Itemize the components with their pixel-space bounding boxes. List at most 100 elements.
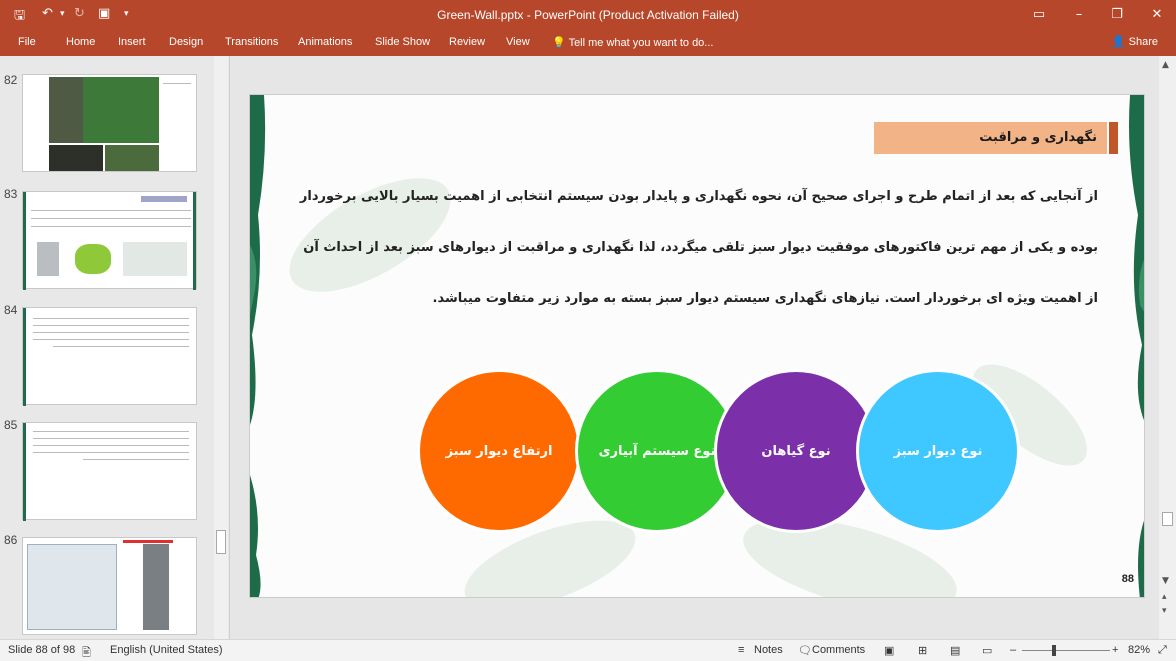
tab-file[interactable]: File: [18, 36, 36, 48]
tab-home[interactable]: Home: [66, 36, 95, 48]
leaf-border: [23, 423, 26, 521]
slide-show-icon[interactable]: ▭: [982, 644, 992, 657]
ribbon-display-options-icon[interactable]: ▭: [1024, 4, 1054, 26]
text-line: [83, 459, 189, 460]
tab-insert[interactable]: Insert: [118, 36, 146, 48]
heading-bar: [141, 196, 187, 202]
leaf-border: [23, 192, 26, 290]
circle-label: نوع سیستم آبیاری: [598, 443, 716, 459]
tell-me-box[interactable]: 💡 Tell me what you want to do...: [552, 36, 713, 49]
slide-thumbnail-83[interactable]: [22, 191, 197, 290]
person-icon: 👤: [1111, 36, 1126, 48]
tab-view[interactable]: View: [506, 36, 530, 48]
irrigation-image: [123, 242, 187, 276]
text-line: [33, 452, 189, 453]
zoom-level[interactable]: 82%: [1128, 644, 1150, 656]
slide-sorter-icon[interactable]: ⊞: [918, 644, 927, 657]
tab-animations[interactable]: Animations: [298, 36, 352, 48]
text-line: [33, 318, 189, 319]
slide-editor: نگهداری و مراقبت از آنجایی که بعد از اتم…: [231, 56, 1158, 639]
text-line: [31, 226, 191, 227]
current-slide[interactable]: نگهداری و مراقبت از آنجایی که بعد از اتم…: [249, 94, 1145, 598]
editor-scroll-thumb[interactable]: [1162, 512, 1173, 526]
share-button[interactable]: 👤 Share: [1112, 35, 1158, 48]
title-bar: 🖫 ↶ ▾ ↻ ▣ ▾ Green-Wall.pptx - PowerPoint…: [0, 0, 1176, 30]
thumbnail-number: 84: [4, 303, 18, 317]
thumbnail-scrollbar[interactable]: [214, 56, 228, 639]
scroll-up-icon[interactable]: ▲: [1162, 60, 1169, 70]
zoom-slider-thumb[interactable]: [1052, 645, 1056, 656]
tab-transitions[interactable]: Transitions: [225, 36, 278, 48]
slide-thumbnail-86[interactable]: [22, 537, 197, 635]
notes-button[interactable]: Notes: [754, 644, 783, 656]
text-line: [33, 431, 189, 432]
text-line: [53, 346, 189, 347]
reading-view-icon[interactable]: ▤: [950, 644, 960, 657]
zoom-out-icon[interactable]: –: [1010, 644, 1016, 656]
slide-thumbnail-85[interactable]: [22, 422, 197, 521]
leaf-border: [23, 308, 26, 406]
close-button[interactable]: ✕: [1142, 4, 1172, 26]
editor-scrollbar[interactable]: ▲ ▼ ▴ ▾: [1159, 56, 1176, 639]
thumbnail-scroll-thumb[interactable]: [216, 530, 226, 554]
circle-label: ارتفاع دیوار سبز: [445, 443, 553, 459]
photo-thumbnail: [105, 145, 159, 171]
fit-to-window-icon[interactable]: ⤢: [1158, 644, 1167, 657]
text-line: [31, 218, 191, 219]
ribbon-tabs: File Home Insert Design Transitions Anim…: [0, 30, 1176, 56]
thumbnail-number: 86: [4, 533, 18, 547]
lightbulb-icon: 💡: [552, 37, 566, 49]
status-bar: Slide 88 of 98 🖹 English (United States)…: [0, 639, 1176, 661]
notes-icon: ≡: [738, 644, 745, 656]
text-line: [31, 210, 191, 211]
plant-photo-thumbnail: [83, 77, 159, 143]
minimize-button[interactable]: –: [1064, 4, 1094, 26]
heading-bar: [123, 540, 173, 543]
comments-icon: 🗨: [798, 645, 812, 657]
window-title: Green-Wall.pptx - PowerPoint (Product Ac…: [437, 8, 739, 22]
text-line: [33, 339, 189, 340]
text-line: [33, 438, 189, 439]
zoom-in-icon[interactable]: +: [1112, 644, 1118, 656]
slide-thumbnail-pane: 82 83 84 85 86: [0, 56, 230, 639]
slide-heading[interactable]: نگهداری و مراقبت: [874, 122, 1097, 154]
maximize-button[interactable]: ❐: [1102, 4, 1132, 26]
tab-design[interactable]: Design: [169, 36, 203, 48]
tower-image: [143, 544, 169, 630]
faucet-image: [37, 242, 59, 276]
scroll-down-icon[interactable]: ▼: [1162, 576, 1169, 586]
slide-thumbnail-84[interactable]: [22, 307, 197, 406]
circle-label: نوع گیاهان: [761, 443, 831, 459]
tell-me-text: Tell me what you want to do...: [568, 37, 714, 49]
circle-wall-height[interactable]: ارتفاع دیوار سبز: [417, 369, 581, 533]
comments-button[interactable]: Comments: [812, 644, 865, 656]
powerpoint-window: 🖫 ↶ ▾ ↻ ▣ ▾ Green-Wall.pptx - PowerPoint…: [0, 0, 1176, 661]
heading-accent-bar: [1109, 122, 1118, 154]
circle-label: نوع دیوار سبز: [893, 443, 983, 459]
thumbnail-number: 82: [4, 73, 18, 87]
text-line: [33, 445, 189, 446]
language-indicator[interactable]: English (United States): [110, 644, 223, 656]
thumbnail-number: 85: [4, 418, 18, 432]
text-line: [33, 332, 189, 333]
slide-thumbnail-82[interactable]: [22, 74, 197, 172]
slide-body-text[interactable]: از آنجایی که بعد از اتمام طرح و اجرای صح…: [290, 171, 1098, 324]
normal-view-icon[interactable]: ▣: [884, 644, 894, 657]
share-label: Share: [1128, 36, 1158, 48]
text-line: [33, 325, 189, 326]
thumbnail-number: 83: [4, 187, 18, 201]
spell-check-icon[interactable]: 🖹: [82, 644, 91, 661]
next-slide-icon[interactable]: ▾: [1162, 606, 1167, 616]
slide-number: 88: [1121, 573, 1134, 585]
zoom-slider[interactable]: [1022, 650, 1110, 651]
leaf-border: [193, 192, 196, 290]
diagram-image: [27, 544, 117, 630]
photo-thumbnail: [49, 145, 103, 171]
circle-plant-type[interactable]: نوع گیاهان: [714, 369, 878, 533]
tab-review[interactable]: Review: [449, 36, 485, 48]
text-line: [163, 83, 191, 84]
previous-slide-icon[interactable]: ▴: [1162, 592, 1167, 602]
slide-counter: Slide 88 of 98: [8, 644, 76, 656]
tab-slide-show[interactable]: Slide Show: [375, 36, 430, 48]
circle-wall-type[interactable]: نوع دیوار سبز: [856, 369, 1020, 533]
